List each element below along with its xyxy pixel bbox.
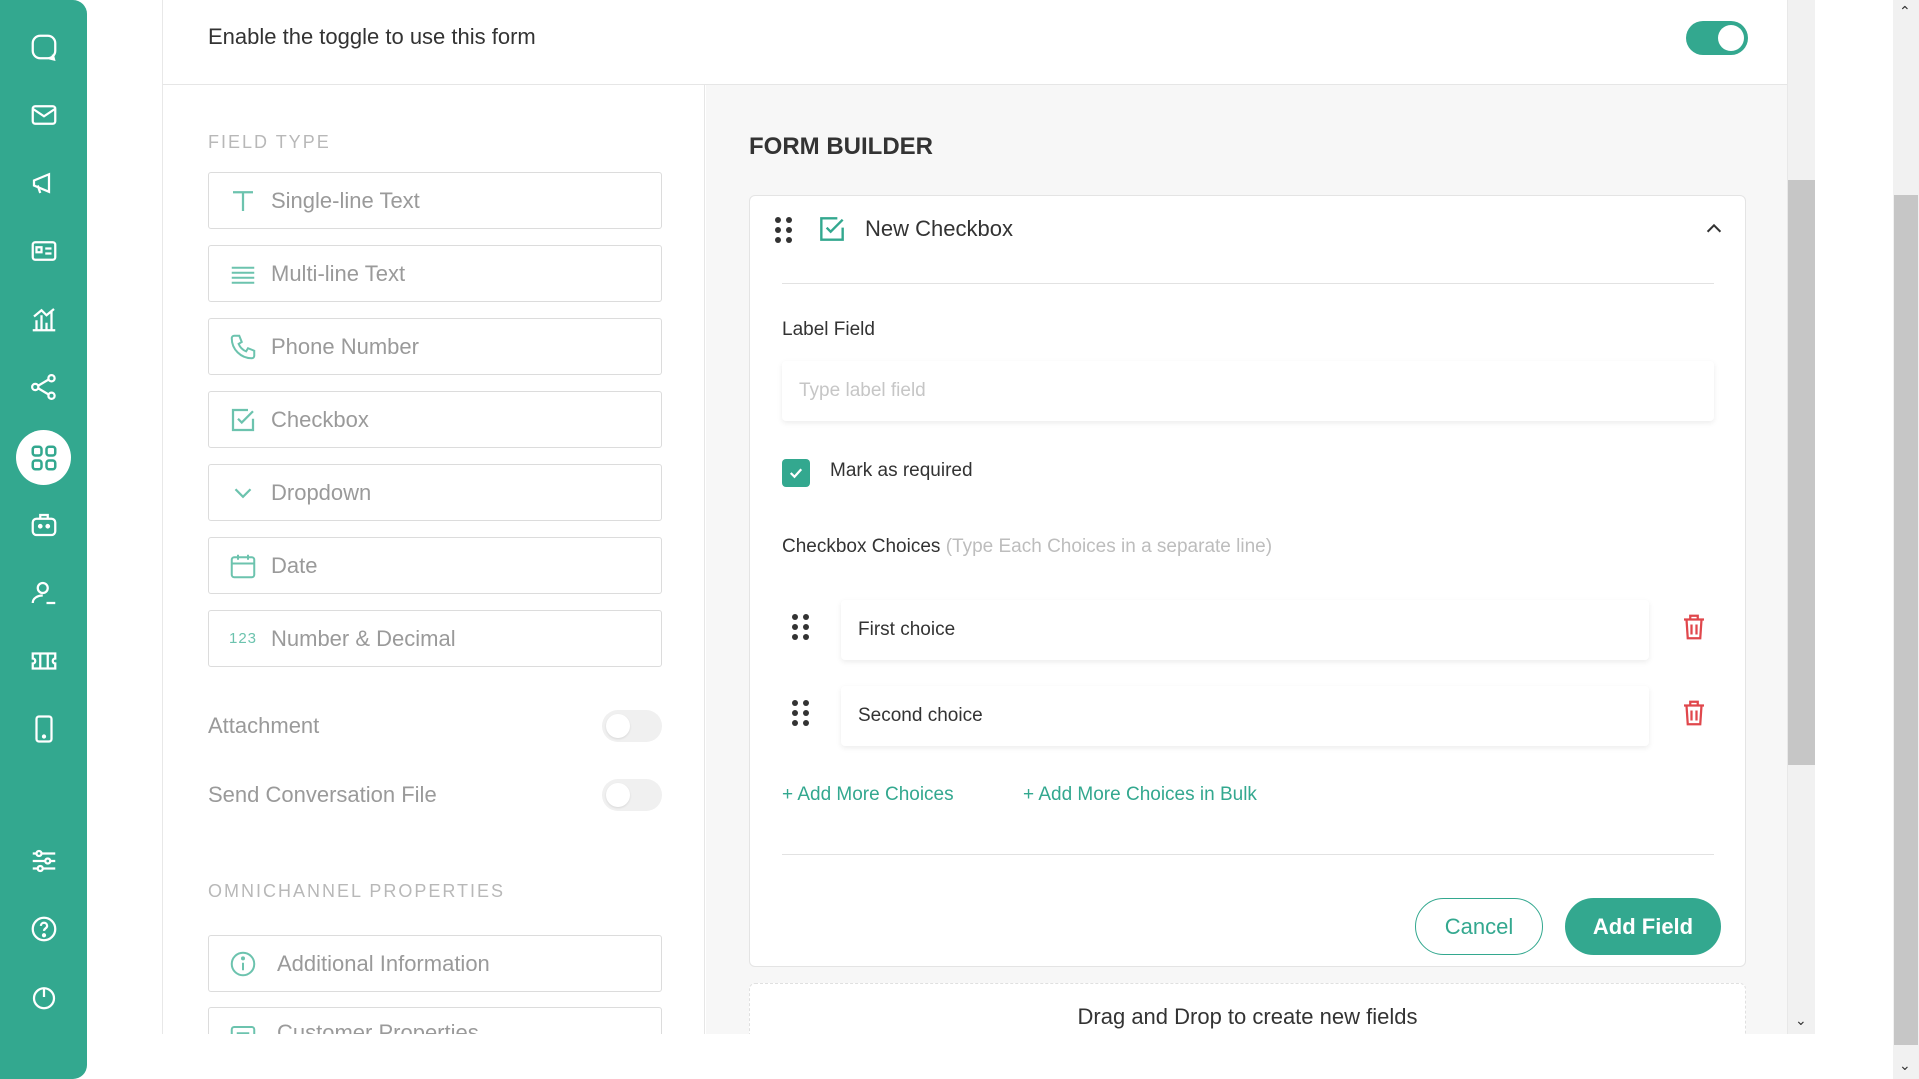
mark-required-label: Mark as required xyxy=(830,460,973,481)
field-type-label: Checkbox xyxy=(271,406,369,432)
omni-field-label: Customer Properties xyxy=(277,1020,479,1034)
form-enable-text: Enable the toggle to use this form xyxy=(208,24,536,49)
panel-scrollbar[interactable]: ⌄ xyxy=(1788,0,1815,1034)
omni-customer-properties[interactable]: Customer Properties xyxy=(208,1007,662,1034)
omni-field-label: Additional Information xyxy=(277,950,490,976)
nav-agent-icon[interactable] xyxy=(16,565,71,620)
main-nav xyxy=(0,0,87,1079)
trash-icon[interactable] xyxy=(1679,697,1709,729)
form-builder-column: FORM BUILDER New Checkbox Label Field Ty… xyxy=(706,85,1787,1034)
omni-additional-information[interactable]: Additional Information xyxy=(208,935,662,992)
field-type-label: Single-line Text xyxy=(271,187,420,213)
field-type-label: Phone Number xyxy=(271,333,419,359)
scroll-down-icon[interactable]: ⌄ xyxy=(1795,1013,1807,1027)
cancel-button[interactable]: Cancel xyxy=(1415,898,1543,955)
attachment-label: Attachment xyxy=(208,713,320,738)
field-type-number-decimal[interactable]: 123 Number & Decimal xyxy=(208,610,662,667)
add-field-button[interactable]: Add Field xyxy=(1565,898,1721,955)
nav-contact-card-icon[interactable] xyxy=(16,223,71,278)
lines-icon xyxy=(225,259,261,289)
form-enable-bar: Enable the toggle to use this form xyxy=(163,0,1787,85)
divider xyxy=(782,283,1714,284)
nav-settings-sliders-icon[interactable] xyxy=(16,833,71,888)
scroll-up-icon[interactable]: ⌃ xyxy=(1899,4,1911,18)
drop-zone[interactable]: Drag and Drop to create new fields xyxy=(749,983,1746,1034)
divider xyxy=(782,854,1714,855)
checkbox-choices-title: Checkbox Choices xyxy=(782,536,941,557)
add-more-choices-link[interactable]: + Add More Choices xyxy=(782,784,954,806)
field-card: New Checkbox Label Field Type label fiel… xyxy=(749,195,1746,967)
nav-apps-grid-icon[interactable] xyxy=(16,430,71,485)
calendar-icon xyxy=(225,551,261,581)
nav-mail-icon[interactable] xyxy=(16,87,71,142)
nav-bot-icon[interactable] xyxy=(16,497,71,552)
phone-icon xyxy=(225,332,261,362)
number-icon-text: 123 xyxy=(228,630,258,647)
page-scrollbar[interactable]: ⌃ ⌄ xyxy=(1893,0,1919,1079)
text-icon xyxy=(225,186,261,216)
send-conversation-file-toggle[interactable] xyxy=(602,779,662,811)
field-card-title: New Checkbox xyxy=(865,216,1013,241)
attachment-toggle[interactable] xyxy=(602,710,662,742)
field-type-title: FIELD TYPE xyxy=(208,132,331,152)
nav-help-icon[interactable] xyxy=(16,901,71,956)
choice-input[interactable]: First choice xyxy=(841,600,1649,660)
field-type-column: FIELD TYPE Single-line Text Multi-line T… xyxy=(163,85,705,1034)
field-type-label: Multi-line Text xyxy=(271,260,406,286)
chevron-down-icon xyxy=(225,478,261,508)
check-icon xyxy=(789,468,803,479)
form-builder-title: FORM BUILDER xyxy=(749,133,933,160)
label-field-label: Label Field xyxy=(782,319,875,340)
field-type-date[interactable]: Date xyxy=(208,537,662,594)
checkbox-choices-hint: (Type Each Choices in a separate line) xyxy=(945,536,1273,557)
send-conversation-file-row: Send Conversation File xyxy=(208,778,662,812)
label-field-input[interactable]: Type label field xyxy=(782,361,1714,421)
chevron-up-icon[interactable] xyxy=(1703,218,1725,240)
choice-drag-handle-icon[interactable] xyxy=(792,700,809,726)
list-icon xyxy=(225,1022,261,1034)
add-more-choices-bulk-link[interactable]: + Add More Choices in Bulk xyxy=(1023,784,1257,806)
nav-share-icon[interactable] xyxy=(16,359,71,414)
trash-icon[interactable] xyxy=(1679,611,1709,643)
nav-mobile-icon[interactable] xyxy=(16,701,71,756)
mark-required-checkbox[interactable] xyxy=(782,459,810,487)
choice-input[interactable]: Second choice xyxy=(841,686,1649,746)
field-type-checkbox[interactable]: Checkbox xyxy=(208,391,662,448)
choice-drag-handle-icon[interactable] xyxy=(792,614,809,640)
field-type-label: Number & Decimal xyxy=(271,625,456,651)
omnichannel-properties-title: OMNICHANNEL PROPERTIES xyxy=(208,881,506,901)
drop-zone-text: Drag and Drop to create new fields xyxy=(1077,1004,1418,1029)
page-scrollbar-thumb[interactable] xyxy=(1894,195,1918,1045)
field-type-dropdown[interactable]: Dropdown xyxy=(208,464,662,521)
checkbox-icon xyxy=(225,405,261,435)
field-type-multi-line-text[interactable]: Multi-line Text xyxy=(208,245,662,302)
checkbox-icon xyxy=(820,217,844,241)
nav-ticket-icon[interactable] xyxy=(16,633,71,688)
form-enable-toggle[interactable] xyxy=(1686,21,1748,55)
send-conversation-file-label: Send Conversation File xyxy=(208,782,437,807)
nav-megaphone-icon[interactable] xyxy=(16,155,71,210)
attachment-row: Attachment xyxy=(208,709,662,743)
field-type-label: Date xyxy=(271,552,318,578)
panel-scrollbar-thumb[interactable] xyxy=(1788,180,1815,765)
drag-handle-icon[interactable] xyxy=(775,217,792,243)
form-panel: Enable the toggle to use this form FIELD… xyxy=(162,0,1788,1034)
nav-analytics-icon[interactable] xyxy=(16,291,71,346)
number-icon: 123 xyxy=(225,630,261,647)
info-icon xyxy=(225,949,261,979)
nav-power-icon[interactable] xyxy=(16,969,71,1024)
field-type-label: Dropdown xyxy=(271,479,372,505)
scroll-down-icon[interactable]: ⌄ xyxy=(1899,1058,1911,1072)
field-type-single-line-text[interactable]: Single-line Text xyxy=(208,172,662,229)
field-card-header[interactable]: New Checkbox xyxy=(750,196,1745,262)
field-type-phone-number[interactable]: Phone Number xyxy=(208,318,662,375)
checkbox-choices-label: Checkbox Choices (Type Each Choices in a… xyxy=(782,536,1272,558)
nav-chat-icon[interactable] xyxy=(16,19,71,74)
